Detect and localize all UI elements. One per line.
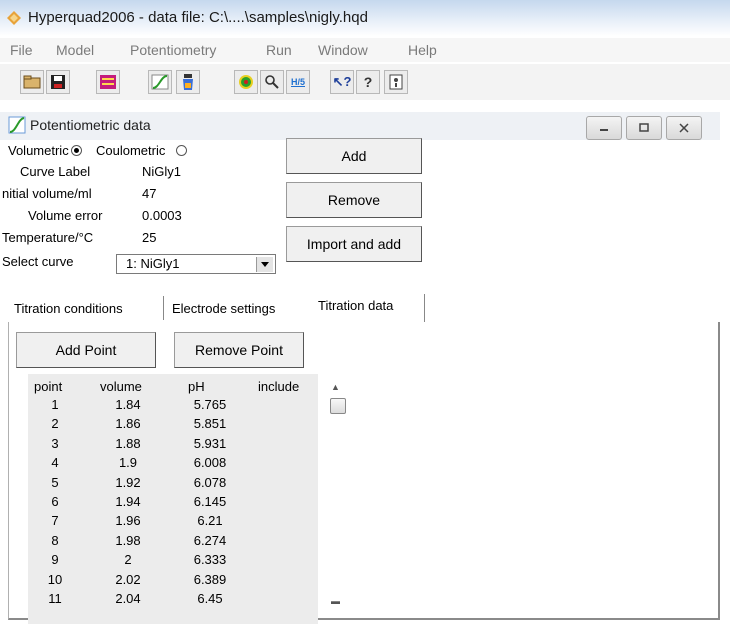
column-header-point: point <box>34 379 63 394</box>
cell-volume: 1.86 <box>115 416 141 432</box>
species-icon[interactable] <box>176 70 200 94</box>
volume-error-label: Volume error <box>28 208 103 223</box>
coulometric-label: Coulometric <box>96 143 166 158</box>
scroll-up-icon[interactable]: ▲ <box>331 382 340 392</box>
cell-ph: 6.389 <box>193 571 227 587</box>
select-curve-label: Select curve <box>2 254 74 269</box>
menu-file[interactable]: File <box>10 42 33 58</box>
tab-separator <box>163 296 164 320</box>
child-window-title: Potentiometric data <box>30 117 151 133</box>
target-icon[interactable] <box>234 70 258 94</box>
cell-point: 2 <box>51 416 59 432</box>
cell-point: 1 <box>51 397 59 412</box>
cell-volume: 1.84 <box>115 397 141 412</box>
help-pointer-icon[interactable]: ↖? <box>330 70 354 94</box>
menu-model[interactable]: Model <box>56 42 94 58</box>
volumetric-radio[interactable] <box>71 145 82 156</box>
import-and-add-button[interactable]: Import and add <box>286 226 422 262</box>
cell-volume: 1.96 <box>115 513 141 529</box>
cell-point: 11 <box>48 591 62 606</box>
cell-ph: 6.21 <box>197 513 223 529</box>
help-icon[interactable]: ? <box>356 70 380 94</box>
restore-button[interactable] <box>626 116 662 140</box>
chevron-down-icon[interactable] <box>256 257 273 272</box>
volume-error-field[interactable]: 0.0003 <box>142 208 182 223</box>
coulometric-radio[interactable] <box>176 145 187 156</box>
cell-ph: 5.851 <box>193 416 227 432</box>
curve-label-label: Curve Label <box>20 164 91 179</box>
scroll-down-icon[interactable]: ▬ <box>331 596 340 606</box>
cell-volume: 2 <box>124 552 132 568</box>
tab-electrode-settings[interactable]: Electrode settings <box>172 301 275 316</box>
column-header-volume: volume <box>100 379 142 394</box>
menu-help[interactable]: Help <box>408 42 437 58</box>
cell-volume: 2.04 <box>115 591 141 606</box>
list-icon[interactable] <box>96 70 120 94</box>
close-button[interactable] <box>666 116 702 140</box>
cell-point: 3 <box>51 435 59 451</box>
tab-titration-data[interactable]: Titration data <box>318 298 393 313</box>
initial-volume-label: nitial volume/ml <box>2 186 92 201</box>
curve-icon[interactable] <box>148 70 172 94</box>
cell-point: 4 <box>51 455 59 471</box>
cell-ph: 6.274 <box>193 532 227 548</box>
cell-volume: 1.88 <box>115 435 141 451</box>
menu-run[interactable]: Run <box>266 42 292 58</box>
cell-volume: 1.92 <box>115 474 141 490</box>
info-icon[interactable] <box>384 70 408 94</box>
remove-point-button[interactable]: Remove Point <box>174 332 304 368</box>
cell-point: 9 <box>51 552 59 568</box>
initial-volume-field[interactable]: 47 <box>142 186 156 201</box>
cell-ph: 6.008 <box>193 455 227 471</box>
menu-potentiometry[interactable]: Potentiometry <box>130 42 216 58</box>
column-header-include: include <box>258 379 300 394</box>
save-icon[interactable] <box>46 70 70 94</box>
cell-point: 10 <box>47 571 63 587</box>
open-folder-icon[interactable] <box>20 70 44 94</box>
cell-ph: 6.45 <box>197 591 223 606</box>
cell-volume: 1.9 <box>118 455 138 471</box>
cell-ph: 5.765 <box>193 397 227 412</box>
volumetric-label: Volumetric <box>8 143 69 158</box>
add-button[interactable]: Add <box>286 138 422 174</box>
include-checkbox[interactable] <box>330 398 346 414</box>
temperature-label: Temperature/°C <box>2 230 94 245</box>
curve-label-field[interactable]: NiGly1 <box>142 164 181 179</box>
ph-icon[interactable]: H/5 <box>286 70 310 94</box>
window-title: Hyperquad2006 - data file: C:\....\sampl… <box>28 9 368 26</box>
cell-point: 5 <box>51 474 59 490</box>
cell-ph: 6.333 <box>193 552 227 568</box>
cell-ph: 6.145 <box>193 494 227 509</box>
curve-icon <box>8 116 26 134</box>
cell-volume: 1.94 <box>115 494 141 509</box>
select-curve-value: 1: NiGly1 <box>126 256 180 271</box>
column-header-ph: pH <box>188 379 205 394</box>
cell-ph: 6.078 <box>193 474 227 490</box>
cell-ph: 5.931 <box>193 435 227 451</box>
cell-point: 6 <box>51 494 59 509</box>
menu-window[interactable]: Window <box>318 42 368 58</box>
cell-volume: 1.98 <box>115 532 141 548</box>
app-icon <box>7 11 21 25</box>
minimize-button[interactable] <box>586 116 622 140</box>
cell-volume: 2.02 <box>115 571 141 587</box>
add-point-button[interactable]: Add Point <box>16 332 156 368</box>
tab-titration-conditions[interactable]: Titration conditions <box>14 301 123 316</box>
cell-point: 7 <box>51 513 59 529</box>
cell-point: 8 <box>51 532 59 548</box>
tab-separator <box>424 294 425 322</box>
zoom-icon[interactable] <box>260 70 284 94</box>
remove-button[interactable]: Remove <box>286 182 422 218</box>
temperature-field[interactable]: 25 <box>142 230 156 245</box>
